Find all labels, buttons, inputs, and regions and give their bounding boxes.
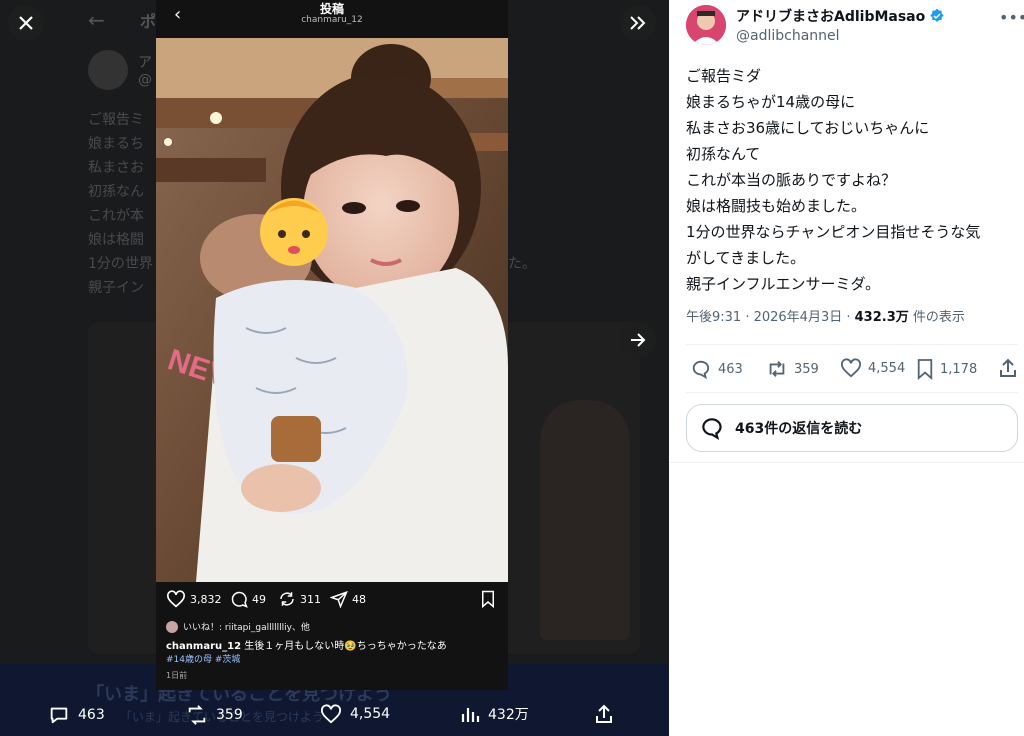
viewer-like-count: 4,554 [350, 706, 391, 722]
views-icon [461, 708, 480, 722]
caption-user[interactable]: chanmaru_12 [166, 641, 241, 652]
instagram-post: ‹ 投稿 chanmaru_12 NEVE 3,832 49 311 48 いい… [156, 0, 508, 690]
tweet-actions: 463 359 4,554 1,178 [686, 358, 1018, 384]
bookmark-icon [482, 590, 494, 608]
tweet-time[interactable]: 午後9:31 · 2026年4月3日 · [686, 310, 855, 325]
tweet-views-label: 件の表示 [908, 310, 965, 325]
media-viewer: ← ポ ア @ ご報告ミ 娘まるち 私まさお 初孫なん これが本 娘は格闘 1分の… [0, 0, 669, 736]
divider [686, 344, 1018, 345]
more-icon[interactable]: ••• [999, 8, 1024, 27]
photo-illustration: NEVE [156, 38, 508, 582]
liker-avatar [166, 620, 178, 633]
author-handle[interactable]: @adlibchannel [736, 28, 840, 44]
viewer-reply-button[interactable]: 463 [48, 704, 105, 726]
post-photo: NEVE [156, 38, 508, 582]
liked-by-text: いいね！: riitapi_gallllllliy、他 [183, 623, 310, 633]
divider [686, 392, 1018, 393]
like-count: 4,554 [868, 360, 906, 376]
post-caption: chanmaru_12 生後１ヶ月もしない時🥹ちっちゃかったなあ [166, 637, 506, 652]
post-shares-count: 48 [352, 592, 366, 606]
tweet-panel: アドリブまさおAdlibMasao @adlibchannel ••• ご報告ミ… [669, 0, 1024, 736]
post-like-button[interactable]: 3,832 [166, 590, 222, 608]
post-repost-button[interactable]: 311 [278, 590, 321, 608]
tweet-views-count: 432.3万 [854, 310, 909, 325]
post-actions: 3,832 49 311 48 [156, 590, 508, 612]
avatar[interactable] [686, 5, 726, 45]
viewer-reply-count: 463 [78, 707, 105, 723]
author-name-text: アドリブまさおAdlibMasao [736, 9, 926, 25]
repost-icon [188, 705, 206, 725]
reply-button[interactable]: 463 [690, 358, 743, 380]
post-username: chanmaru_12 [301, 15, 363, 25]
viewer-views-count: 432万 [488, 707, 529, 723]
expand-icon [630, 16, 646, 30]
post-reposts-count: 311 [300, 592, 321, 606]
background-avatar [88, 50, 128, 90]
post-share-button[interactable]: 48 [330, 590, 366, 608]
viewer-views-button[interactable]: 432万 [460, 704, 529, 724]
heart-icon [321, 704, 341, 724]
expand-button[interactable] [620, 5, 656, 41]
comment-icon [692, 360, 710, 380]
reply-count: 463 [718, 361, 743, 377]
bookmark-button[interactable]: 1,178 [916, 358, 977, 380]
back-arrow-icon: ← [88, 8, 105, 32]
viewer-repost-count: 359 [216, 707, 243, 723]
heart-icon [841, 358, 861, 378]
arrow-right-icon [631, 333, 646, 347]
author-name[interactable]: アドリブまさおAdlibMasao [736, 6, 945, 26]
bookmark-icon [917, 359, 933, 380]
background-name: ア @ [138, 55, 152, 88]
upload-icon [596, 704, 612, 723]
viewer-repost-button[interactable]: 359 [186, 704, 243, 726]
repost-icon [769, 361, 785, 377]
post-hashtags[interactable]: #14歳の母 #茨城 [166, 652, 240, 665]
share-button[interactable] [998, 358, 1018, 378]
background-header: ポ [140, 12, 157, 31]
read-replies-button[interactable]: 463件の返信を読む [686, 404, 1018, 452]
repost-icon [280, 592, 294, 606]
close-icon [19, 16, 33, 30]
upload-icon [1000, 358, 1016, 377]
comment-icon [50, 707, 68, 724]
post-save-button[interactable] [480, 590, 496, 608]
post-comment-button[interactable]: 49 [230, 590, 266, 608]
read-replies-label: 463件の返信を読む [735, 421, 863, 437]
like-button[interactable]: 4,554 [840, 358, 905, 378]
bookmark-count: 1,178 [940, 361, 978, 377]
avatar-image [686, 5, 726, 45]
viewer-share-button[interactable] [594, 704, 614, 724]
viewer-like-button[interactable]: 4,554 [320, 704, 390, 724]
next-image-button[interactable] [620, 322, 656, 358]
repost-button[interactable]: 359 [766, 358, 819, 380]
caption-text: 生後１ヶ月もしない時🥹ちっちゃかったなあ [244, 641, 447, 652]
heart-icon [167, 590, 185, 608]
comment-icon [231, 591, 248, 608]
close-button[interactable] [8, 5, 44, 41]
share-icon [330, 590, 348, 608]
divider [669, 462, 1024, 463]
tweet-meta: 午後9:31 · 2026年4月3日 · 432.3万 件の表示 [686, 306, 965, 325]
viewer-action-bar: 463 359 4,554 432万 [0, 696, 669, 736]
tweet-text: ご報告ミダ 娘まるちゃが14歳の母に 私まさお36歳にしておじいちゃんに 初孫な… [686, 67, 981, 293]
post-comments-count: 49 [252, 592, 266, 606]
repost-count: 359 [794, 361, 819, 377]
background-figure [540, 400, 630, 640]
post-time: 1日前 [166, 671, 188, 680]
verified-icon [930, 8, 944, 22]
comment-icon [702, 418, 722, 441]
liked-by: いいね！: riitapi_gallllllliy、他 [166, 620, 310, 633]
post-likes-count: 3,832 [190, 592, 222, 606]
